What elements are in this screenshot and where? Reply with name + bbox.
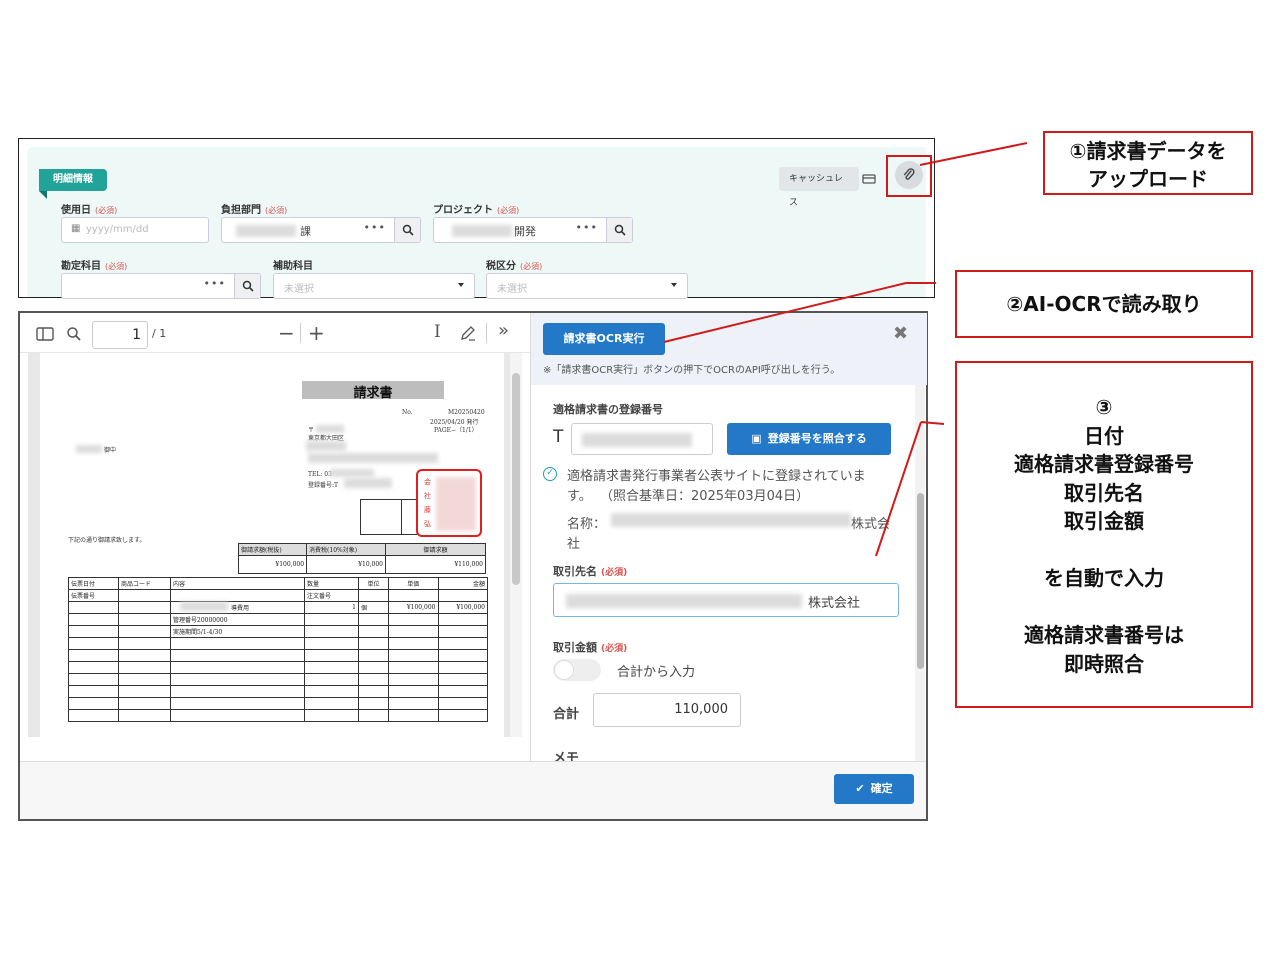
annotation-text: 適格請求書番号は: [1024, 623, 1184, 647]
annotation-ocr: ②AI-OCRで読み取り: [955, 270, 1253, 338]
annotation-text: 取引先名: [1064, 480, 1144, 505]
annotation-line-3b: [920, 421, 945, 425]
annotation-spacer: [957, 593, 1251, 622]
annotation-upload: ①請求書データを アップロード: [1043, 131, 1253, 195]
annotation-text: 日付: [1084, 423, 1124, 448]
annotation-autofill: ③ 日付 適格請求書登録番号 取引先名 取引金額 を自動で入力 適格請求書番号は…: [955, 361, 1253, 708]
annotation-line-2: [663, 282, 907, 343]
annotation-text: 適格請求書登録番号: [1014, 452, 1194, 476]
annotation-text: 即時照合: [1064, 651, 1144, 676]
annotation-spacer: [957, 536, 1251, 565]
annotation-line-3: [875, 421, 922, 557]
annotation-text: 取引金額: [1064, 509, 1144, 533]
annotation-line-1: [919, 142, 1028, 166]
annotation-text: ①請求書データを: [1069, 139, 1227, 163]
annotation-text: アップロード: [1088, 167, 1208, 191]
annotation-text: を自動で入力: [1044, 566, 1164, 590]
annotation-text: ③: [1095, 395, 1113, 419]
